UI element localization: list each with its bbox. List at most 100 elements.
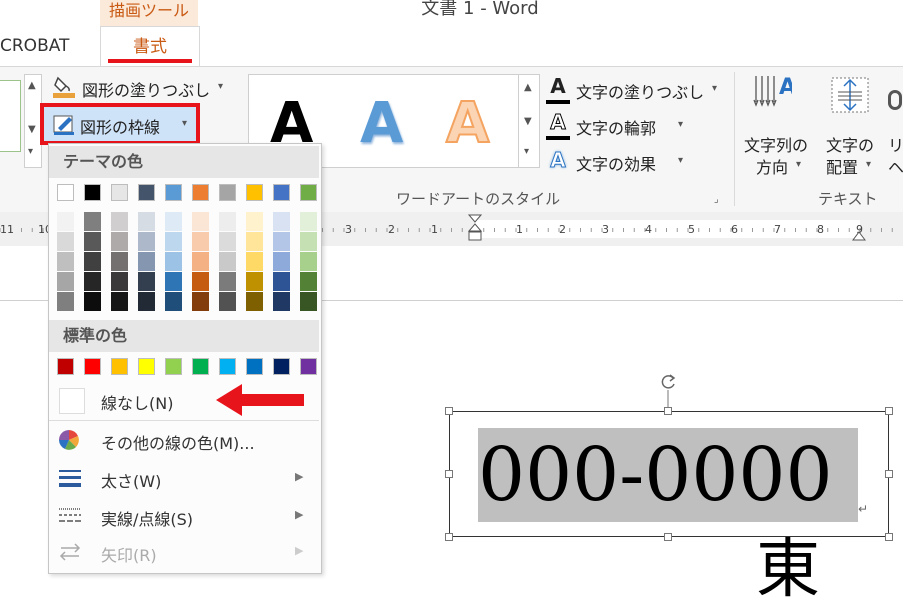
- theme-shade-swatch[interactable]: [138, 272, 155, 291]
- theme-shade-swatch[interactable]: [84, 252, 101, 271]
- resize-handle[interactable]: [885, 407, 893, 415]
- theme-shade-swatch[interactable]: [300, 252, 317, 271]
- theme-shade-swatch[interactable]: [192, 212, 209, 231]
- theme-shade-swatch[interactable]: [57, 272, 74, 291]
- theme-shade-swatch[interactable]: [138, 292, 155, 311]
- theme-shade-swatch[interactable]: [192, 272, 209, 291]
- wordart-sample-blue[interactable]: A: [360, 96, 403, 152]
- create-link-button[interactable]: リ ヘ: [886, 72, 903, 182]
- theme-shade-swatch[interactable]: [273, 232, 290, 251]
- text-align-button[interactable]: 文字の 配置 ▾: [824, 72, 884, 182]
- theme-shade-swatch[interactable]: [138, 232, 155, 251]
- wordart-sample-orange-outline[interactable]: A: [445, 95, 490, 153]
- theme-shade-swatch[interactable]: [246, 272, 263, 291]
- theme-color-swatch[interactable]: [111, 184, 128, 201]
- theme-shade-swatch[interactable]: [84, 232, 101, 251]
- theme-shade-swatch[interactable]: [219, 272, 236, 291]
- standard-color-swatch[interactable]: [273, 358, 290, 375]
- theme-shade-swatch[interactable]: [165, 212, 182, 231]
- theme-shade-swatch[interactable]: [192, 252, 209, 271]
- theme-color-swatch[interactable]: [138, 184, 155, 201]
- theme-shade-swatch[interactable]: [219, 252, 236, 271]
- resize-handle[interactable]: [664, 533, 672, 541]
- theme-shade-swatch[interactable]: [300, 272, 317, 291]
- theme-color-swatch[interactable]: [57, 184, 74, 201]
- theme-shade-swatch[interactable]: [273, 252, 290, 271]
- theme-shade-swatch[interactable]: [300, 232, 317, 251]
- theme-shade-swatch[interactable]: [246, 232, 263, 251]
- theme-shade-swatch[interactable]: [165, 232, 182, 251]
- shape-fill-button[interactable]: 図形の塗りつぶし ▾: [52, 74, 232, 100]
- theme-shade-swatch[interactable]: [300, 292, 317, 311]
- theme-shade-swatch[interactable]: [111, 252, 128, 271]
- theme-color-swatch[interactable]: [300, 184, 317, 201]
- theme-shade-swatch[interactable]: [273, 212, 290, 231]
- theme-color-swatch[interactable]: [165, 184, 182, 201]
- pencil-outline-icon: [52, 112, 76, 136]
- gallery-up-arrow-icon: ▲: [28, 80, 36, 91]
- theme-shade-swatch[interactable]: [165, 252, 182, 271]
- theme-shade-swatch[interactable]: [57, 292, 74, 311]
- theme-color-swatch[interactable]: [246, 184, 263, 201]
- resize-handle[interactable]: [445, 533, 453, 541]
- standard-color-swatch[interactable]: [246, 358, 263, 375]
- create-link-label-2: ヘ: [888, 158, 903, 177]
- standard-color-swatch[interactable]: [138, 358, 155, 375]
- standard-color-swatch[interactable]: [111, 358, 128, 375]
- theme-color-swatch[interactable]: [273, 184, 290, 201]
- theme-shade-swatch[interactable]: [111, 272, 128, 291]
- tab-acrobat[interactable]: CROBAT: [0, 36, 69, 56]
- theme-shade-swatch[interactable]: [273, 272, 290, 291]
- standard-color-swatch[interactable]: [219, 358, 236, 375]
- textbox-content[interactable]: 000-0000: [478, 428, 858, 522]
- theme-shade-swatch[interactable]: [192, 292, 209, 311]
- theme-shade-swatch[interactable]: [273, 292, 290, 311]
- theme-color-swatch[interactable]: [219, 184, 236, 201]
- more-line-colors-item[interactable]: その他の線の色(M)...: [49, 422, 319, 458]
- theme-shade-swatch[interactable]: [219, 212, 236, 231]
- standard-color-swatch[interactable]: [57, 358, 74, 375]
- line-weight-item[interactable]: 太さ(W) ▶: [49, 460, 319, 496]
- theme-shade-swatch[interactable]: [84, 292, 101, 311]
- theme-shade-swatch[interactable]: [300, 212, 317, 231]
- theme-shade-swatch[interactable]: [246, 212, 263, 231]
- resize-handle[interactable]: [445, 407, 453, 415]
- resize-handle[interactable]: [445, 470, 453, 478]
- theme-color-swatch[interactable]: [192, 184, 209, 201]
- shape-outline-button[interactable]: 図形の枠線 ▾: [40, 103, 200, 145]
- theme-shade-swatch[interactable]: [246, 292, 263, 311]
- text-fill-button[interactable]: A 文字の塗りつぶし ▾: [546, 76, 726, 104]
- theme-shade-swatch[interactable]: [57, 252, 74, 271]
- dialog-launcher-icon[interactable]: ⌟: [714, 194, 719, 205]
- shape-style-gallery-edge[interactable]: [0, 80, 21, 152]
- theme-shade-swatch[interactable]: [57, 232, 74, 251]
- standard-color-swatch[interactable]: [300, 358, 317, 375]
- theme-shade-swatch[interactable]: [111, 232, 128, 251]
- gallery-up-arrow-icon: ▲: [524, 82, 532, 93]
- standard-color-swatch[interactable]: [192, 358, 209, 375]
- theme-shade-swatch[interactable]: [84, 212, 101, 231]
- theme-shade-swatch[interactable]: [111, 212, 128, 231]
- theme-shade-swatch[interactable]: [246, 252, 263, 271]
- theme-shade-swatch[interactable]: [219, 232, 236, 251]
- theme-shade-swatch[interactable]: [84, 272, 101, 291]
- theme-shade-swatch[interactable]: [57, 212, 74, 231]
- resize-handle[interactable]: [885, 533, 893, 541]
- right-indent-marker[interactable]: [852, 230, 866, 244]
- dash-style-item[interactable]: 実線/点線(S) ▶: [49, 498, 319, 534]
- theme-color-swatch[interactable]: [84, 184, 101, 201]
- resize-handle[interactable]: [885, 470, 893, 478]
- theme-shade-swatch[interactable]: [138, 212, 155, 231]
- theme-shade-swatch[interactable]: [111, 292, 128, 311]
- text-effect-button[interactable]: A 文字の効果 ▾: [546, 148, 706, 175]
- standard-color-swatch[interactable]: [84, 358, 101, 375]
- theme-shade-swatch[interactable]: [165, 272, 182, 291]
- theme-shade-swatch[interactable]: [138, 252, 155, 271]
- theme-shade-swatch[interactable]: [219, 292, 236, 311]
- theme-shade-swatch[interactable]: [165, 292, 182, 311]
- text-outline-button[interactable]: A 文字の輪郭 ▾: [546, 112, 706, 140]
- standard-color-swatch[interactable]: [165, 358, 182, 375]
- rotate-handle-icon[interactable]: [658, 372, 678, 410]
- theme-shade-swatch[interactable]: [192, 232, 209, 251]
- text-direction-button[interactable]: A 文字列の 方向 ▾: [742, 72, 818, 182]
